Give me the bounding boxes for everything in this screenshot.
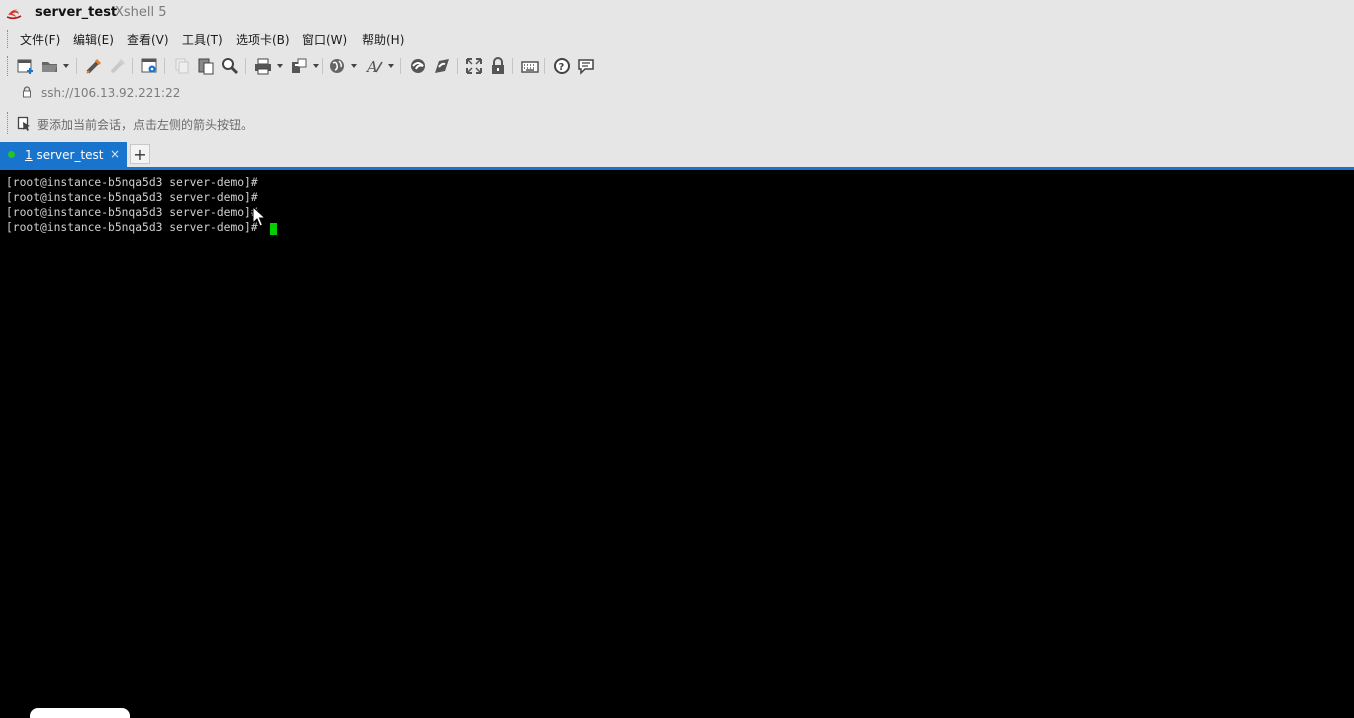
toolbar-separator: [544, 58, 545, 74]
lock-icon[interactable]: [488, 56, 508, 76]
toolbar: A ?: [0, 52, 1354, 80]
terminal-line: [root@instance-b5nqa5d3 server-demo]#: [6, 191, 258, 204]
title-bar: server_test Xshell 5: [0, 0, 1354, 26]
menu-grip[interactable]: [7, 30, 10, 48]
tab-close-icon[interactable]: ×: [110, 147, 120, 161]
toolbar-separator: [245, 58, 246, 74]
window-chrome: server_test Xshell 5 文件(F) 编辑(E) 查看(V) 工…: [0, 0, 1354, 167]
tab-label: 1 server_test: [25, 148, 104, 162]
menu-file[interactable]: 文件(F): [20, 31, 60, 48]
open-dropdown-icon[interactable]: [63, 64, 69, 68]
mouse-pointer-icon: [252, 205, 267, 231]
svg-text:A: A: [365, 58, 378, 76]
print-icon[interactable]: [253, 56, 273, 76]
menu-tools[interactable]: 工具(T): [182, 31, 223, 48]
session-hint-bar: 要添加当前会话，点击左侧的箭头按钮。: [0, 111, 1354, 135]
menu-bar: 文件(F) 编辑(E) 查看(V) 工具(T) 选项卡(B) 窗口(W) 帮助(…: [0, 28, 1354, 50]
transfer-dropdown-icon[interactable]: [313, 64, 319, 68]
address-input[interactable]: ssh://106.13.92.221:22: [41, 86, 180, 100]
toolbar-separator: [322, 58, 323, 74]
xftp-icon[interactable]: [408, 56, 428, 76]
toolbar-separator: [132, 58, 133, 74]
paste-icon[interactable]: [196, 56, 216, 76]
menu-help[interactable]: 帮助(H): [362, 31, 404, 48]
menu-tabs[interactable]: 选项卡(B): [236, 31, 290, 48]
connected-status-icon: [8, 151, 15, 158]
tab-number: 1: [25, 148, 33, 162]
add-session-arrow-icon[interactable]: [17, 116, 32, 134]
new-tab-button[interactable]: +: [130, 144, 150, 164]
keyboard-icon[interactable]: [520, 56, 540, 76]
app-name: Xshell 5: [115, 5, 167, 20]
address-lock-icon: [22, 86, 32, 101]
window-title: server_test: [35, 5, 118, 20]
transfer-icon[interactable]: [289, 56, 309, 76]
terminal-line: [root@instance-b5nqa5d3 server-demo]#: [6, 206, 258, 219]
taskbar-fragment: [30, 708, 130, 718]
globe-icon[interactable]: [327, 56, 347, 76]
chat-icon[interactable]: [576, 56, 596, 76]
address-bar: ssh://106.13.92.221:22: [0, 82, 1354, 104]
terminal-area[interactable]: [root@instance-b5nqa5d3 server-demo]# [r…: [0, 170, 1354, 718]
terminal-line: [root@instance-b5nqa5d3 server-demo]#: [6, 176, 258, 189]
hint-grip[interactable]: [7, 112, 10, 134]
font-dropdown-icon[interactable]: [388, 64, 394, 68]
toolbar-grip[interactable]: [7, 56, 10, 76]
disconnect-icon[interactable]: [108, 56, 128, 76]
open-folder-icon[interactable]: [40, 56, 60, 76]
toolbar-separator: [400, 58, 401, 74]
tab-bar: 1 server_test × +: [0, 142, 1354, 167]
new-session-icon[interactable]: [16, 56, 36, 76]
tab-title: server_test: [36, 148, 104, 162]
terminal-cursor: [270, 223, 277, 235]
copy-icon[interactable]: [172, 56, 192, 76]
globe-dropdown-icon[interactable]: [351, 64, 357, 68]
toolbar-separator: [512, 58, 513, 74]
fullscreen-icon[interactable]: [464, 56, 484, 76]
xagent-icon[interactable]: [432, 56, 452, 76]
terminal-line: [root@instance-b5nqa5d3 server-demo]#: [6, 221, 258, 234]
toolbar-separator: [457, 58, 458, 74]
hint-text: 要添加当前会话，点击左侧的箭头按钮。: [37, 118, 254, 132]
connect-icon[interactable]: [84, 56, 104, 76]
tab-server-test[interactable]: 1 server_test ×: [0, 142, 127, 167]
svg-text:?: ?: [559, 62, 565, 73]
find-icon[interactable]: [220, 56, 240, 76]
help-icon[interactable]: ?: [552, 56, 572, 76]
menu-view[interactable]: 查看(V): [127, 31, 169, 48]
menu-edit[interactable]: 编辑(E): [73, 31, 114, 48]
xshell-logo-icon: [6, 6, 22, 20]
print-dropdown-icon[interactable]: [277, 64, 283, 68]
menu-window[interactable]: 窗口(W): [302, 31, 347, 48]
properties-icon[interactable]: [140, 56, 160, 76]
toolbar-separator: [76, 58, 77, 74]
toolbar-separator: [164, 58, 165, 74]
font-icon[interactable]: A: [365, 56, 385, 76]
